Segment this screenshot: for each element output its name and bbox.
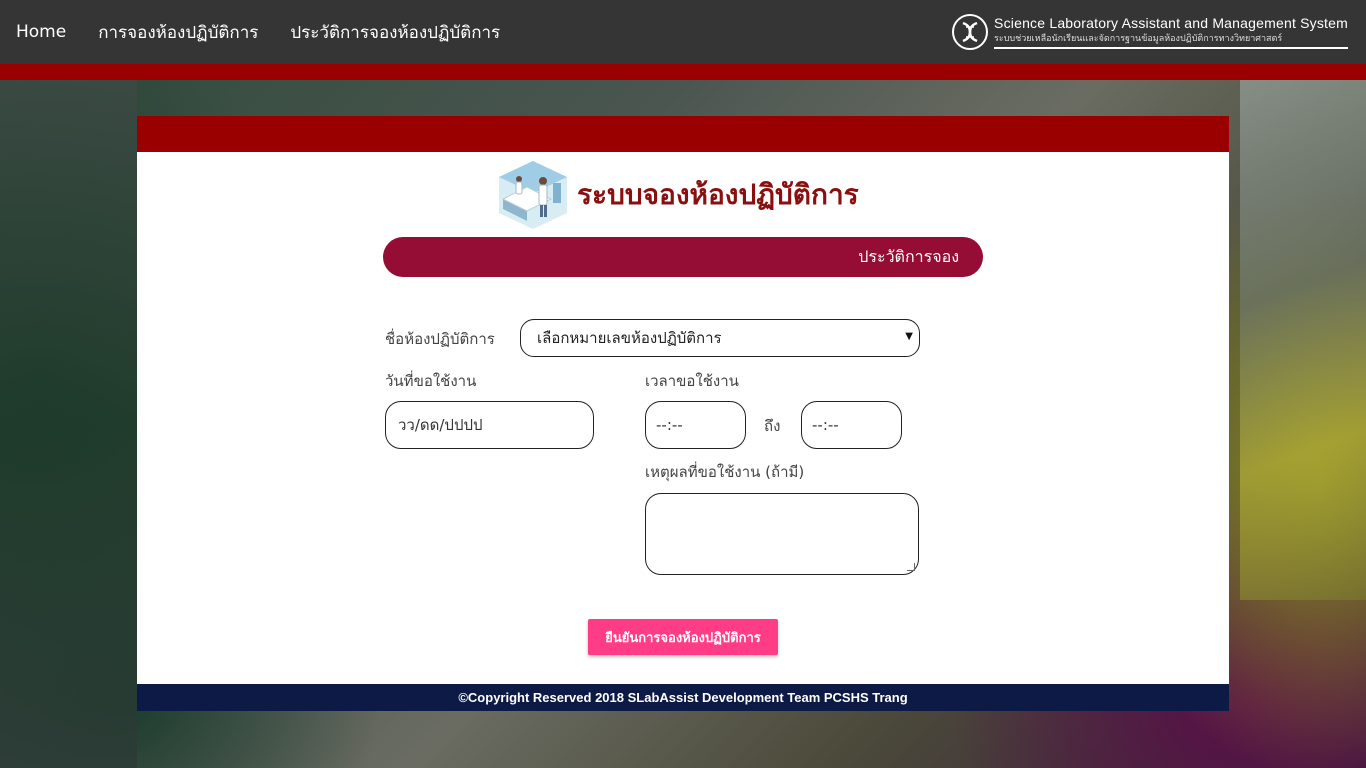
date-label: วันที่ขอใช้งาน <box>385 372 477 390</box>
time-start-placeholder: --:-- <box>656 416 683 434</box>
dropdown-arrow-icon: ▼ <box>905 331 913 342</box>
reason-label: เหตุผลที่ขอใช้งาน (ถ้ามี) <box>645 463 805 481</box>
booking-panel: ระบบจองห้องปฏิบัติการ ประวัติการจอง ชื่อ… <box>137 116 1229 711</box>
date-input-placeholder: วว/ดด/ปปปป <box>398 416 483 434</box>
panel-header-bar <box>137 116 1229 152</box>
brand-title: Science Laboratory Assistant and Managem… <box>994 15 1348 31</box>
top-navbar: Home การจองห้องปฏิบัติการ ประวัติการจองห… <box>0 0 1366 64</box>
room-select[interactable]: เลือกหมายเลขห้องปฏิบัติการ ▼ <box>520 319 920 357</box>
time-end-input[interactable]: --:-- <box>801 401 902 449</box>
nav-booking-link[interactable]: การจองห้องปฏิบัติการ <box>98 19 258 46</box>
date-input[interactable]: วว/ดด/ปปปป <box>385 401 594 449</box>
time-to-label: ถึง <box>764 417 781 435</box>
navbar-accent-strip <box>0 64 1366 80</box>
brand-subtitle: ระบบช่วยเหลือนักเรียนและจัดการฐานข้อมูลห… <box>994 31 1348 49</box>
confirm-booking-button[interactable]: ยืนยันการจองห้องปฏิบัติการ <box>588 619 778 655</box>
copyright-footer: ©Copyright Reserved 2018 SLabAssist Deve… <box>137 684 1229 711</box>
background-decor-right <box>1240 80 1366 600</box>
brand-logo-block[interactable]: Science Laboratory Assistant and Managem… <box>952 12 1348 52</box>
copyright-text: ©Copyright Reserved 2018 SLabAssist Deve… <box>458 690 908 705</box>
room-name-label: ชื่อห้องปฏิบัติการ <box>385 330 495 348</box>
section-header-label: ประวัติการจอง <box>858 246 959 266</box>
time-start-input[interactable]: --:-- <box>645 401 746 449</box>
section-header-history: ประวัติการจอง <box>383 237 983 277</box>
time-label: เวลาขอใช้งาน <box>645 372 739 390</box>
room-select-value: เลือกหมายเลขห้องปฏิบัติการ <box>537 329 722 347</box>
nav-home-link[interactable]: Home <box>16 22 66 42</box>
background-decor-left <box>0 80 137 768</box>
resize-grip-icon[interactable] <box>907 563 915 571</box>
reason-textarea[interactable] <box>645 493 919 575</box>
panel-title-row: ระบบจองห้องปฏิบัติการ <box>497 158 859 232</box>
time-end-placeholder: --:-- <box>812 416 839 434</box>
page-title: ระบบจองห้องปฏิบัติการ <box>577 178 859 211</box>
dna-logo-icon <box>952 14 989 50</box>
laboratory-illustration-icon <box>497 159 569 231</box>
nav-history-link[interactable]: ประวัติการจองห้องปฏิบัติการ <box>290 19 500 46</box>
